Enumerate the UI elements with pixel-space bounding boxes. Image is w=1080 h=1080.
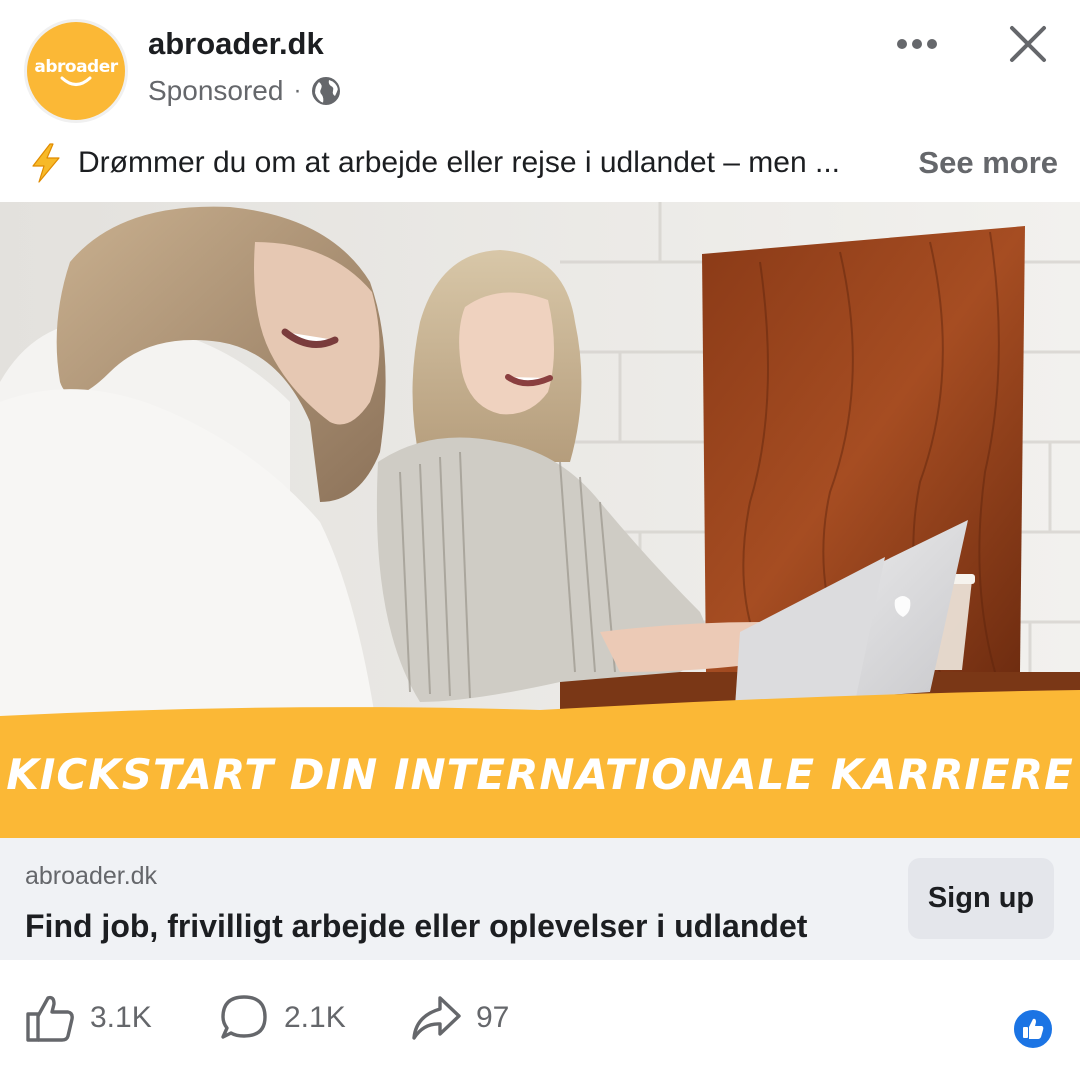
like-reaction-icon	[1023, 1018, 1044, 1039]
like-reaction-badge	[1012, 1008, 1054, 1050]
like-count: 3.1K	[90, 1001, 152, 1034]
smile-icon	[60, 76, 92, 86]
caption-text: Drømmer du om at arbejde eller rejse i u…	[78, 146, 840, 179]
comment-count: 2.1K	[284, 1001, 346, 1034]
comment-button[interactable]: 2.1K	[218, 988, 346, 1048]
close-button[interactable]	[1000, 16, 1056, 72]
banner-headline: Kickstart din internationale karriere	[6, 750, 1074, 799]
avatar-logo-text: abroader	[34, 57, 118, 77]
like-button[interactable]: 3.1K	[24, 988, 152, 1048]
link-domain: abroader.dk	[25, 862, 158, 890]
sign-up-button[interactable]: Sign up	[908, 858, 1054, 939]
like-icon	[26, 995, 74, 1042]
see-more-link[interactable]: See more	[918, 145, 1058, 181]
comment-icon	[221, 995, 267, 1039]
globe-icon	[311, 76, 341, 106]
ad-image[interactable]: Kickstart din internationale karriere	[0, 202, 1080, 838]
share-icon	[412, 996, 461, 1040]
close-icon	[1010, 26, 1046, 62]
sponsored-label[interactable]: Sponsored	[148, 75, 283, 107]
post-meta: Sponsored ·	[148, 75, 341, 107]
share-button[interactable]: 97	[410, 988, 509, 1048]
more-horizontal-icon	[897, 39, 937, 49]
lightning-bolt-icon	[32, 143, 60, 183]
ad-photo	[0, 202, 1080, 838]
page-avatar[interactable]: abroader	[24, 19, 128, 123]
page-name-link[interactable]: abroader.dk	[148, 26, 324, 62]
link-preview[interactable]: abroader.dk Find job, frivilligt arbejde…	[0, 838, 1080, 960]
post-caption: Drømmer du om at arbejde eller rejse i u…	[28, 138, 1058, 188]
post-header: abroader abroader.dk Sponsored ·	[0, 0, 1080, 140]
share-count: 97	[476, 1001, 510, 1034]
engagement-bar: 3.1K 2.1K 97	[0, 960, 1080, 1080]
link-headline[interactable]: Find job, frivilligt arbejde eller oplev…	[25, 908, 807, 945]
more-options-button[interactable]	[886, 20, 948, 68]
meta-separator: ·	[293, 77, 302, 104]
